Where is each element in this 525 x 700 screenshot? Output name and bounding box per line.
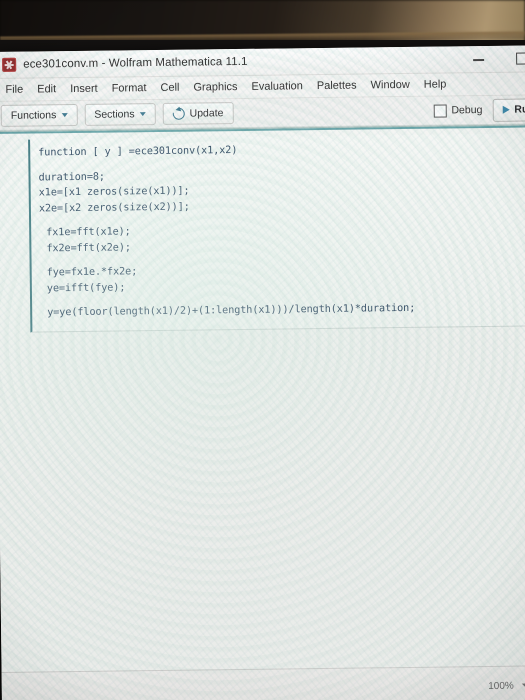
chevron-down-icon [61, 113, 68, 118]
window-controls [456, 45, 525, 72]
debug-checkbox-group[interactable]: Debug [433, 103, 483, 118]
menu-item-graphics[interactable]: Graphics [186, 79, 244, 96]
sections-label: Sections [94, 108, 135, 121]
refresh-icon [170, 105, 187, 123]
toolbar-right-group: Debug Run All [433, 97, 525, 122]
minimize-button[interactable] [456, 46, 500, 73]
update-button[interactable]: Update [162, 102, 234, 125]
maximize-icon [516, 52, 525, 65]
debug-label: Debug [451, 104, 483, 117]
zoom-level-label: 100% [488, 680, 514, 692]
menu-item-edit[interactable]: Edit [30, 81, 63, 97]
menu-item-palettes[interactable]: Palettes [310, 77, 364, 94]
run-all-label: Run All [514, 103, 525, 116]
update-label: Update [189, 107, 224, 120]
menu-item-evaluation[interactable]: Evaluation [244, 78, 310, 95]
mathematica-spikey-icon [2, 57, 17, 72]
status-bar: 100% [1, 665, 525, 700]
minimize-icon [472, 59, 484, 61]
menu-item-help[interactable]: Help [417, 76, 454, 92]
debug-checkbox[interactable] [433, 103, 447, 118]
run-all-button[interactable]: Run All [492, 97, 525, 122]
window-title: ece301conv.m - Wolfram Mathematica 11.1 [23, 55, 248, 71]
functions-dropdown-button[interactable]: Functions [0, 103, 78, 127]
menu-item-format[interactable]: Format [105, 80, 154, 97]
code-cell[interactable]: function [ y ] =ece301conv(x1,x2) durati… [28, 133, 525, 333]
menu-item-cell[interactable]: Cell [153, 80, 186, 96]
menu-item-window[interactable]: Window [364, 77, 417, 94]
menu-item-file[interactable]: File [0, 82, 30, 98]
sections-dropdown-button[interactable]: Sections [84, 103, 156, 126]
mathematica-window: ece301conv.m - Wolfram Mathematica 11.1 … [0, 45, 525, 700]
maximize-button[interactable] [500, 45, 525, 71]
photographed-monitor-scene: ece301conv.m - Wolfram Mathematica 11.1 … [0, 0, 525, 700]
menu-item-insert[interactable]: Insert [63, 81, 105, 98]
play-icon [502, 105, 510, 114]
notebook-document[interactable]: function [ y ] =ece301conv(x1,x2) durati… [0, 124, 525, 672]
chevron-down-icon [139, 112, 146, 117]
functions-label: Functions [10, 109, 57, 122]
